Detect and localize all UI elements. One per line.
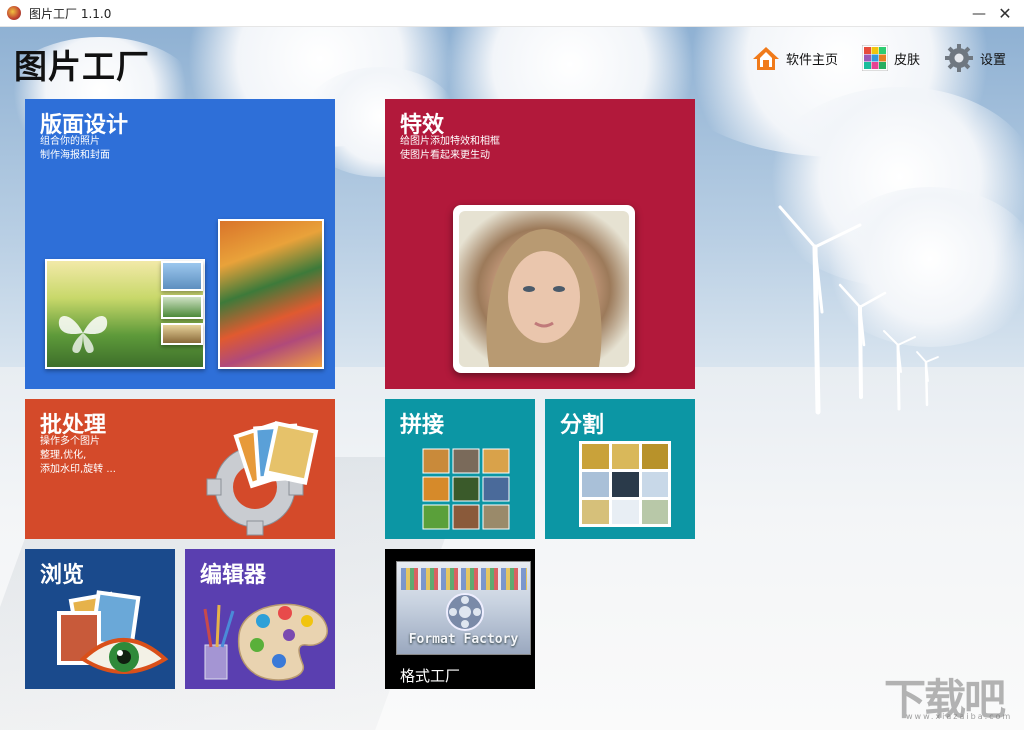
tile-desc-line1: 给图片添加特效和相框 [400,136,500,147]
skin-label: 皮肤 [894,52,921,68]
tile-split[interactable]: 分割 [545,399,695,539]
tile-title: 格式工厂 [400,667,461,685]
skin-palette-icon [862,45,888,71]
tile-layout-design[interactable]: 版面设计 组合你的照片 制作海报和封面 [25,99,335,389]
butterfly-icon [58,315,108,353]
title-bar: 图片工厂 1.1.0 — ✕ [0,0,1024,27]
collage-thumb [161,295,203,319]
collage-image-right [218,219,324,369]
home-icon [753,47,779,70]
tile-stitch[interactable]: 拼接 [385,399,535,539]
close-button[interactable]: ✕ [992,0,1018,27]
tile-desc-line1: 操作多个图片 [40,436,100,447]
skin-button[interactable]: 皮肤 [862,43,920,73]
batch-gear-icon [206,421,319,536]
browse-eye-icon [57,590,169,674]
portrait-frame [453,205,635,373]
tile-title: 编辑器 [200,563,267,588]
format-factory-screenshot: Format Factory [396,561,531,655]
tile-editor[interactable]: 编辑器 [185,549,335,689]
format-factory-logo-text: Format Factory [408,632,519,647]
app-heading: 图片工厂 [14,47,150,86]
app-icon [7,6,21,20]
window-title: 图片工厂 1.1.0 [29,6,112,21]
homepage-link[interactable]: 软件主页 [752,43,838,73]
tile-browse[interactable]: 浏览 [25,549,175,689]
minimize-button[interactable]: — [966,0,992,27]
tile-title: 浏览 [40,563,85,588]
tile-format-factory[interactable]: Format Factory 格式工厂 [385,549,535,689]
tile-effects[interactable]: 特效 给图片添加特效和相框 使图片看起来更生动 [385,99,695,389]
tile-desc-line3: 添加水印,旋转 ... [40,464,116,475]
tile-desc-line2: 整理,优化, [40,450,87,461]
gear-icon [945,44,973,72]
collage-thumb [161,261,203,291]
tile-title: 分割 [560,413,605,438]
tile-title: 拼接 [400,413,445,438]
stitch-grid-icon [422,448,510,530]
settings-button[interactable]: 设置 [944,43,1006,73]
wind-turbines [778,205,939,415]
film-reel-icon [446,593,484,631]
tile-desc-line1: 组合你的照片 [40,136,100,147]
collage-thumb [161,323,203,345]
homepage-label: 软件主页 [786,52,839,68]
tile-desc-line2: 使图片看起来更生动 [400,150,490,161]
watermark-url: www.xiazaiba.com [906,712,1013,721]
tile-desc-line2: 制作海报和封面 [40,150,110,161]
split-grid-icon [579,441,671,527]
factory-toolbar-strip [401,568,527,590]
settings-label: 设置 [980,52,1007,68]
tile-batch-processing[interactable]: 批处理 操作多个图片 整理,优化, 添加水印,旋转 ... [25,399,335,539]
portrait-photo [459,211,629,367]
palette-icon [203,603,328,681]
